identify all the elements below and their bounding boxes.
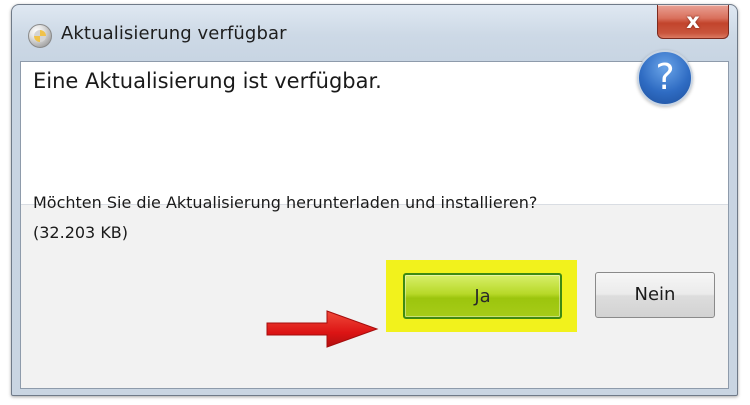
content-text: Möchten Sie die Aktualisierung herunterl…: [33, 188, 713, 248]
red-arrow-icon: [266, 310, 379, 348]
content-line-size: (32.203 KB): [33, 223, 129, 242]
question-mark-glyph: ?: [655, 57, 675, 98]
close-button[interactable]: x: [657, 5, 729, 39]
dialog-window: Aktualisierung verfügbar x Eine Aktualis…: [11, 4, 738, 396]
question-mark-icon: ?: [637, 50, 693, 106]
screenshot-stage: Aktualisierung verfügbar x Eine Aktualis…: [0, 0, 750, 405]
content-line-question: Möchten Sie die Aktualisierung herunterl…: [33, 193, 538, 212]
window-title: Aktualisierung verfügbar: [61, 23, 287, 44]
close-icon: x: [686, 9, 700, 33]
no-button[interactable]: Nein: [595, 272, 715, 318]
update-app-icon: [28, 24, 52, 48]
main-instruction: Eine Aktualisierung ist verfügbar.: [33, 69, 382, 93]
yes-button[interactable]: Ja: [403, 273, 562, 319]
title-bar[interactable]: Aktualisierung verfügbar x: [12, 5, 737, 61]
